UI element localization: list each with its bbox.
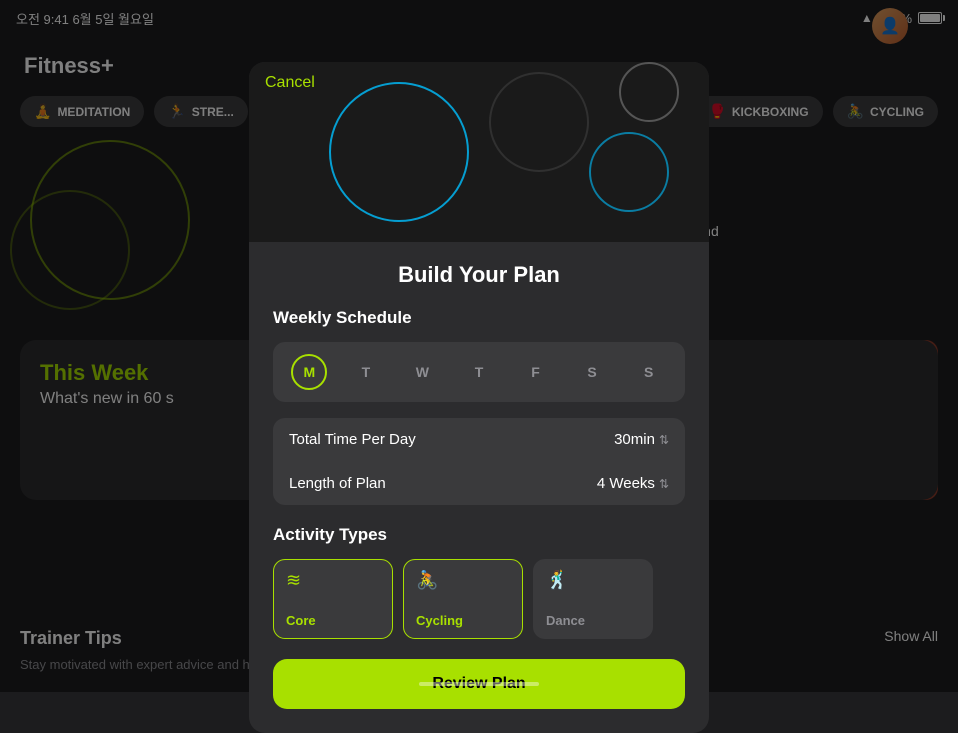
cycling-activity-icon: 🚴 (416, 570, 510, 591)
total-time-value[interactable]: 30min ⇅ (614, 431, 669, 448)
core-icon: ≋ (286, 570, 380, 591)
activity-card-dance[interactable]: 🕺 Dance (533, 559, 653, 639)
modal-circle-1 (329, 82, 469, 222)
cycling-activity-label: Cycling (416, 613, 510, 628)
length-chevron: ⇅ (659, 477, 669, 491)
settings-container: Total Time Per Day 30min ⇅ Length of Pla… (273, 418, 685, 505)
activity-grid: ≋ Core 🚴 Cycling 🕺 Dance (273, 559, 685, 639)
length-amount: 4 Weeks (597, 475, 655, 492)
modal-circle-3 (589, 132, 669, 212)
dance-icon: 🕺 (546, 570, 640, 591)
day-saturday[interactable]: S (574, 354, 610, 390)
modal-body: Build Your Plan Weekly Schedule M T W T … (249, 262, 709, 639)
day-monday[interactable]: M (291, 354, 327, 390)
home-indicator (419, 682, 539, 686)
activity-card-core[interactable]: ≋ Core (273, 559, 393, 639)
cancel-button[interactable]: Cancel (265, 74, 315, 92)
total-time-chevron: ⇅ (659, 433, 669, 447)
day-friday[interactable]: F (518, 354, 554, 390)
modal-header-image: Cancel (249, 62, 709, 242)
total-time-row[interactable]: Total Time Per Day 30min ⇅ (289, 418, 669, 462)
dance-label: Dance (546, 613, 640, 628)
modal-circle-4 (619, 62, 679, 122)
length-of-plan-row[interactable]: Length of Plan 4 Weeks ⇅ (289, 462, 669, 505)
activity-types-title: Activity Types (273, 525, 685, 545)
days-row: M T W T F S S (273, 342, 685, 402)
build-your-plan-modal: Cancel Build Your Plan Weekly Schedule M… (249, 62, 709, 733)
activity-card-cycling[interactable]: 🚴 Cycling (403, 559, 523, 639)
day-thursday[interactable]: T (461, 354, 497, 390)
weekly-schedule-title: Weekly Schedule (273, 308, 685, 328)
day-tuesday[interactable]: T (348, 354, 384, 390)
modal-circle-2 (489, 72, 589, 172)
day-sunday[interactable]: S (631, 354, 667, 390)
modal-title: Build Your Plan (273, 262, 685, 288)
day-wednesday[interactable]: W (404, 354, 440, 390)
length-value[interactable]: 4 Weeks ⇅ (597, 475, 669, 492)
core-label: Core (286, 613, 380, 628)
total-time-amount: 30min (614, 431, 655, 448)
activity-types-section: Activity Types ≋ Core 🚴 Cycling 🕺 Dance (273, 525, 685, 639)
total-time-label: Total Time Per Day (289, 431, 416, 448)
length-label: Length of Plan (289, 475, 386, 492)
